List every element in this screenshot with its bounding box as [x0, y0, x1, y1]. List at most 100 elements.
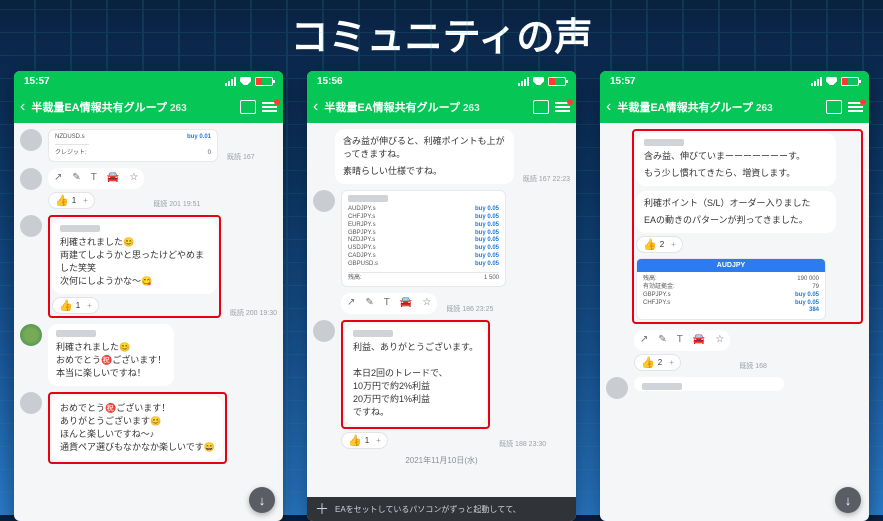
chat-feed[interactable]: 含み益、伸びていまーーーーーーーす。 もう少し慣れてきたら、増資します。 利確ポ… [600, 123, 869, 521]
phone-1: 15:57 ‹ 半裁量EA情報共有グループ263 NZDUSD.sbuy 0.0… [14, 71, 283, 521]
car-icon: 🚘 [400, 296, 412, 311]
redacted-name [644, 139, 684, 146]
status-bar: 15:57 [14, 71, 283, 91]
avatar[interactable] [20, 324, 42, 346]
star-icon: ☆ [715, 333, 724, 348]
chat-bubble: 含み益が伸びると、利確ポイントも上がってきますね。 素晴らしい仕様ですね。 [335, 129, 514, 184]
chat-input-bar[interactable]: ＋ EAをセットしているパソコンがずっと起動してて、 [307, 497, 576, 521]
redacted-name [56, 330, 96, 337]
shot-header: AUDJPY [637, 259, 825, 272]
chat-bubble [634, 377, 784, 391]
highlight-box: おめでとう㊗️ございます！ ありがとうございます😊 ほんと楽しいですね〜♪ 通貨… [48, 392, 227, 464]
battery-icon [255, 77, 273, 86]
back-icon[interactable]: ‹ [20, 98, 25, 116]
reaction[interactable]: 👍2+ [634, 354, 681, 371]
read-meta: 既読 167 [227, 152, 255, 162]
chat-header: ‹ 半裁量EA情報共有グループ263 [307, 91, 576, 123]
status-bar: 15:56 [307, 71, 576, 91]
read-meta: 既読 167 22:23 [523, 174, 570, 184]
screen-share-icon[interactable] [533, 100, 549, 114]
signal-icon [811, 77, 822, 86]
arrow-up-icon: ↗ [640, 333, 648, 348]
chat-bubble: 利益、ありがとうございます。 本日2回のトレードで、 10万円で約2%利益 20… [345, 324, 486, 425]
highlight-box: 利確されました😊 両建てしようかと思ったけどやめました笑笑 次何にしようかな〜😋… [48, 215, 221, 318]
read-meta: 既読 201 19:51 [153, 199, 200, 209]
car-icon: 🚘 [693, 333, 705, 348]
date-divider: 2021年11月10日(水) [313, 455, 570, 466]
text-icon: T [677, 333, 683, 348]
chat-header: ‹ 半裁量EA情報共有グループ263 [600, 91, 869, 123]
input-preview[interactable]: EAをセットしているパソコンがずっと起動してて、 [335, 504, 521, 515]
phone-2: 15:56 ‹ 半裁量EA情報共有グループ263 含み益が伸びると、利確ポイント… [307, 71, 576, 521]
page-title: コミュニティの声 [0, 0, 883, 71]
car-icon: 🚘 [107, 171, 119, 186]
avatar[interactable] [20, 392, 42, 414]
clock: 15:57 [24, 76, 50, 87]
phone-3: 15:57 ‹ 半裁量EA情報共有グループ263 含み益、伸びていまーーーーーー… [600, 71, 869, 521]
message-item: AUDJPY.sbuy 0.05CHFJPY.sbuy 0.05EURJPY.s… [313, 190, 570, 287]
chat-feed[interactable]: 含み益が伸びると、利確ポイントも上がってきますね。 素晴らしい仕様ですね。 既読… [307, 123, 576, 497]
avatar[interactable] [20, 168, 42, 190]
notification-dot-icon [274, 99, 280, 105]
phones-row: 15:57 ‹ 半裁量EA情報共有グループ263 NZDUSD.sbuy 0.0… [0, 71, 883, 521]
signal-icon [225, 77, 236, 86]
message-item: 含み益が伸びると、利確ポイントも上がってきますね。 素晴らしい仕様ですね。 既読… [313, 129, 570, 184]
highlight-box: 利益、ありがとうございます。 本日2回のトレードで、 10万円で約2%利益 20… [341, 320, 490, 429]
message-item: ↗✎T🚘☆ 👍1+ 既読 201 19:51 [20, 168, 277, 209]
toolbar-bubble: ↗✎T🚘☆ [634, 330, 730, 351]
redacted-name [353, 330, 393, 337]
clock: 15:56 [317, 76, 343, 87]
plus-icon[interactable]: ＋ [315, 499, 329, 519]
reaction[interactable]: 👍1+ [48, 192, 95, 209]
avatar[interactable] [606, 377, 628, 399]
trade-screenshot: AUDJPY 残高:190 000 有効証拠金:79 GBPJPY.sbuy 0… [636, 258, 826, 320]
text-icon: T [384, 296, 390, 311]
message-item: ↗✎T🚘☆ 👍2+ 既読 168 [606, 330, 863, 371]
avatar[interactable] [20, 215, 42, 237]
back-icon[interactable]: ‹ [313, 98, 318, 116]
pencil-icon: ✎ [365, 296, 373, 311]
chat-header: ‹ 半裁量EA情報共有グループ263 [14, 91, 283, 123]
chat-bubble: 利確されました😊 おめでとう㊗️ございます！ 本当に楽しいですね！ [48, 324, 174, 386]
wifi-icon [533, 77, 544, 85]
battery-icon [841, 77, 859, 86]
chat-bubble: おめでとう㊗️ございます！ ありがとうございます😊 ほんと楽しいですね〜♪ 通貨… [52, 396, 223, 460]
chat-title[interactable]: 半裁量EA情報共有グループ263 [31, 99, 234, 115]
notification-dot-icon [860, 99, 866, 105]
chat-bubble: 利確ポイント（S/L）オーダー入りました EAの動きのパターンが判ってきました。 [636, 191, 836, 233]
chat-bubble: 含み益、伸びていまーーーーーーーす。 もう少し慣れてきたら、増資します。 [636, 133, 836, 186]
scroll-down-button[interactable]: ↓ [835, 487, 861, 513]
menu-wrap[interactable] [555, 102, 570, 112]
arrow-up-icon: ↗ [347, 296, 355, 311]
avatar[interactable] [313, 190, 335, 212]
chat-title[interactable]: 半裁量EA情報共有グループ263 [617, 99, 820, 115]
redacted-name [60, 225, 100, 232]
back-icon[interactable]: ‹ [606, 98, 611, 116]
read-meta: 既読 188 23:30 [499, 439, 546, 449]
screen-share-icon[interactable] [826, 100, 842, 114]
signal-icon [518, 77, 529, 86]
menu-wrap[interactable] [262, 102, 277, 112]
avatar[interactable] [313, 320, 335, 342]
scroll-down-button[interactable]: ↓ [249, 487, 275, 513]
chat-title[interactable]: 半裁量EA情報共有グループ263 [324, 99, 527, 115]
read-meta: 既読 200 19:30 [230, 308, 277, 318]
reaction[interactable]: 👍1+ [341, 432, 388, 449]
pencil-icon: ✎ [72, 171, 80, 186]
avatar[interactable] [20, 129, 42, 151]
status-bar: 15:57 [600, 71, 869, 91]
redacted-name [348, 195, 388, 202]
screen-share-icon[interactable] [240, 100, 256, 114]
message-item: ↗✎T🚘☆ 既読 186 23:25 [313, 293, 570, 314]
read-meta: 既読 186 23:25 [446, 304, 493, 314]
star-icon: ☆ [129, 171, 138, 186]
reaction[interactable]: 👍1+ [52, 297, 99, 314]
menu-wrap[interactable] [848, 102, 863, 112]
read-meta: 既読 168 [739, 361, 767, 371]
redacted-name [642, 383, 682, 390]
reaction[interactable]: 👍2+ [636, 236, 683, 253]
trade-screenshot: AUDJPY.sbuy 0.05CHFJPY.sbuy 0.05EURJPY.s… [341, 190, 506, 287]
wifi-icon [240, 77, 251, 85]
chat-feed[interactable]: NZDUSD.sbuy 0.01 ──────── クレジット:0 既読 167… [14, 123, 283, 521]
highlight-box: 含み益、伸びていまーーーーーーーす。 もう少し慣れてきたら、増資します。 利確ポ… [632, 129, 863, 324]
